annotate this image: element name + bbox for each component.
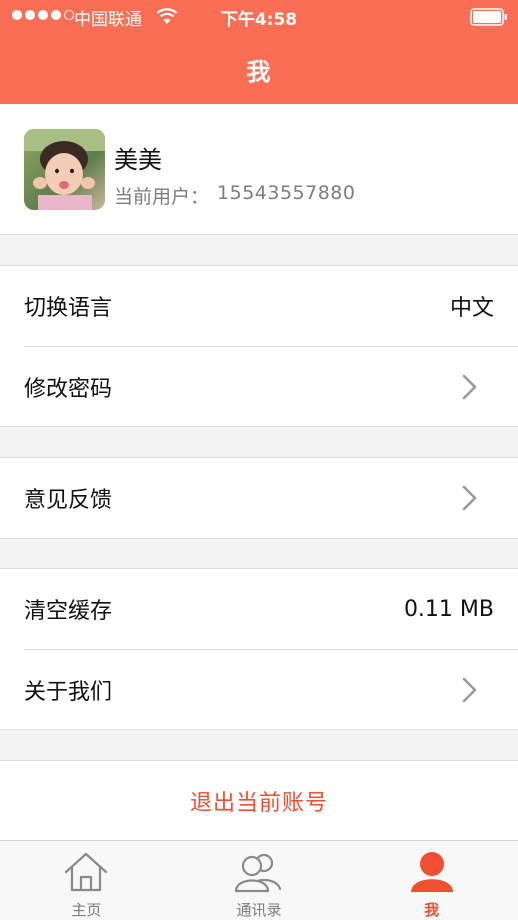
avatar[interactable] <box>24 129 105 210</box>
header: 中国联通 下午4:58 我 <box>0 0 518 104</box>
cache-size-value: 0.11 MB <box>403 596 494 622</box>
language-row[interactable]: 切换语言 中文 <box>0 266 518 346</box>
password-label: 修改密码 <box>24 376 113 402</box>
logout-label: 退出当前账号 <box>189 790 328 816</box>
about-row[interactable]: 关于我们 <box>24 649 518 729</box>
profile-user-label: 当前用户： <box>114 186 210 208</box>
language-value: 中文 <box>449 296 494 321</box>
battery-icon <box>470 8 507 26</box>
chevron-right-icon <box>462 374 477 399</box>
profile-card[interactable]: 美美 当前用户： 15543557880 <box>0 104 518 235</box>
tab-contacts-label: 通讯录 <box>236 901 282 919</box>
cache-row[interactable]: 清空缓存 0.11 MB <box>0 569 518 649</box>
tab-me[interactable]: 我 <box>345 841 518 920</box>
profile-user-value: 15543557880 <box>217 182 356 204</box>
screen: 中国联通 下午4:58 我 美美 当前用户： 15543557880 切换语言 … <box>0 0 518 920</box>
cache-label: 清空缓存 <box>24 599 113 624</box>
status-time: 下午4:58 <box>220 10 298 30</box>
about-label: 关于我们 <box>24 679 113 705</box>
password-row[interactable]: 修改密码 <box>24 346 518 426</box>
tab-me-label: 我 <box>424 901 440 919</box>
profile-user-line: 当前用户： 15543557880 <box>114 182 356 209</box>
settings-group-misc: 清空缓存 0.11 MB 关于我们 <box>0 568 518 730</box>
language-label: 切换语言 <box>24 296 113 321</box>
tab-home-label: 主页 <box>71 901 102 919</box>
settings-group-feedback: 意见反馈 <box>0 457 518 539</box>
page-title: 我 <box>246 58 272 86</box>
logout-button[interactable]: 退出当前账号 <box>0 760 518 840</box>
feedback-row[interactable]: 意见反馈 <box>0 458 518 538</box>
chevron-right-icon <box>462 677 477 702</box>
tab-home[interactable]: 主页 <box>0 841 173 920</box>
contacts-icon <box>234 853 282 893</box>
feedback-label: 意见反馈 <box>24 488 113 513</box>
chevron-right-icon <box>462 485 477 511</box>
status-bar: 中国联通 下午4:58 <box>0 0 518 34</box>
profile-icon <box>410 852 453 892</box>
tab-contacts[interactable]: 通讯录 <box>173 841 346 920</box>
home-icon <box>65 852 108 892</box>
tab-bar: 主页 通讯录 我 <box>0 840 518 920</box>
profile-name: 美美 <box>114 146 162 174</box>
avatar-image <box>24 129 105 210</box>
settings-group-account: 切换语言 中文 修改密码 <box>0 265 518 427</box>
